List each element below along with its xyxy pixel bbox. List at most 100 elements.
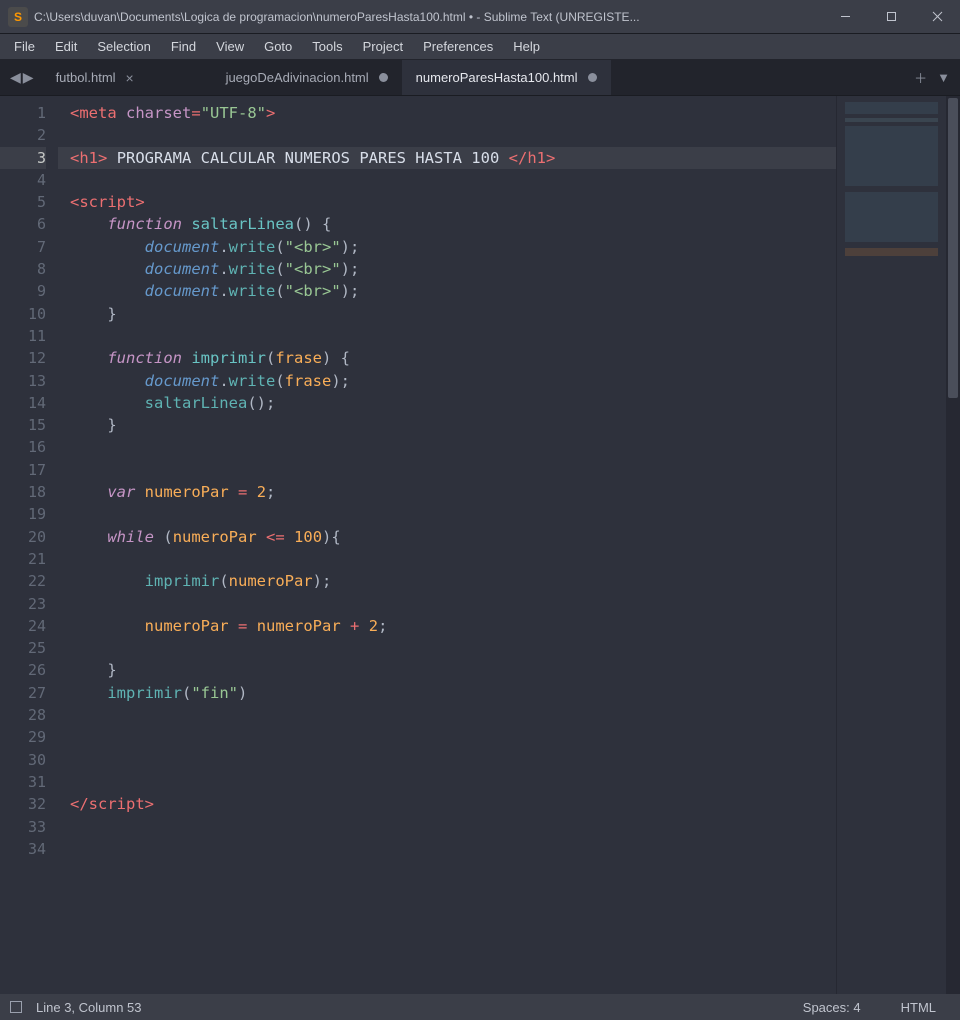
code-line[interactable] [70, 704, 836, 726]
tab-juegoDeAdivinacion-html[interactable]: juegoDeAdivinacion.html [212, 60, 402, 95]
code-line[interactable]: document.write("<br>"); [70, 258, 836, 280]
line-number[interactable]: 7 [0, 236, 46, 258]
menu-file[interactable]: File [4, 36, 45, 57]
line-number[interactable]: 34 [0, 838, 46, 860]
code-line[interactable] [70, 124, 836, 146]
line-number[interactable]: 6 [0, 213, 46, 235]
code-line[interactable]: </script> [70, 793, 836, 815]
menu-tools[interactable]: Tools [302, 36, 352, 57]
code-line[interactable]: } [70, 414, 836, 436]
window-titlebar: S C:\Users\duvan\Documents\Logica de pro… [0, 0, 960, 34]
nav-forward-icon[interactable]: ▶ [23, 69, 34, 86]
code-line[interactable] [70, 548, 836, 570]
line-number[interactable]: 20 [0, 526, 46, 548]
status-syntax[interactable]: HTML [901, 1000, 936, 1015]
code-line[interactable]: var numeroPar = 2; [70, 481, 836, 503]
line-number[interactable]: 17 [0, 459, 46, 481]
code-line[interactable]: while (numeroPar <= 100){ [70, 526, 836, 548]
line-number[interactable]: 33 [0, 816, 46, 838]
tab-overflow-icon[interactable]: ▼ [937, 70, 950, 85]
line-number[interactable]: 28 [0, 704, 46, 726]
code-line[interactable] [70, 816, 836, 838]
line-number[interactable]: 32 [0, 793, 46, 815]
line-number[interactable]: 16 [0, 436, 46, 458]
menu-view[interactable]: View [206, 36, 254, 57]
menu-goto[interactable]: Goto [254, 36, 302, 57]
code-line[interactable] [70, 838, 836, 860]
code-line[interactable]: function saltarLinea() { [70, 213, 836, 235]
code-line[interactable]: <meta charset="UTF-8"> [70, 102, 836, 124]
status-cursor-position[interactable]: Line 3, Column 53 [36, 1000, 142, 1015]
tab-numeroParesHasta100-html[interactable]: numeroParesHasta100.html [402, 60, 611, 95]
code-line[interactable] [70, 637, 836, 659]
window-close-button[interactable] [914, 0, 960, 34]
window-maximize-button[interactable] [868, 0, 914, 34]
line-number[interactable]: 21 [0, 548, 46, 570]
line-number[interactable]: 10 [0, 303, 46, 325]
code-line[interactable] [70, 436, 836, 458]
status-indentation[interactable]: Spaces: 4 [803, 1000, 861, 1015]
new-tab-button[interactable]: ＋ [914, 68, 927, 87]
window-minimize-button[interactable] [822, 0, 868, 34]
code-line[interactable]: saltarLinea(); [70, 392, 836, 414]
code-line[interactable]: imprimir("fin") [70, 682, 836, 704]
line-number[interactable]: 4 [0, 169, 46, 191]
code-line[interactable] [70, 503, 836, 525]
line-number[interactable]: 12 [0, 347, 46, 369]
line-number[interactable]: 15 [0, 414, 46, 436]
scrollbar-thumb[interactable] [948, 98, 958, 398]
panel-switcher-icon[interactable] [10, 1001, 22, 1013]
line-number[interactable]: 23 [0, 593, 46, 615]
line-number[interactable]: 24 [0, 615, 46, 637]
line-number[interactable]: 1 [0, 102, 46, 124]
tab-close-icon[interactable]: × [126, 71, 134, 85]
code-line[interactable]: imprimir(numeroPar); [70, 570, 836, 592]
code-line[interactable] [70, 593, 836, 615]
line-number[interactable]: 22 [0, 570, 46, 592]
line-number[interactable]: 13 [0, 370, 46, 392]
code-line[interactable]: } [70, 659, 836, 681]
menu-project[interactable]: Project [353, 36, 413, 57]
code-line[interactable] [70, 771, 836, 793]
code-line[interactable] [70, 459, 836, 481]
line-number[interactable]: 9 [0, 280, 46, 302]
code-line[interactable]: document.write(frase); [70, 370, 836, 392]
menu-preferences[interactable]: Preferences [413, 36, 503, 57]
line-number[interactable]: 2 [0, 124, 46, 146]
code-line[interactable]: document.write("<br>"); [70, 280, 836, 302]
line-number[interactable]: 25 [0, 637, 46, 659]
line-number[interactable]: 5 [0, 191, 46, 213]
menu-help[interactable]: Help [503, 36, 550, 57]
line-number[interactable]: 30 [0, 749, 46, 771]
code-line[interactable] [70, 726, 836, 748]
code-line[interactable] [70, 325, 836, 347]
code-line[interactable] [70, 169, 836, 191]
code-line[interactable]: document.write("<br>"); [70, 236, 836, 258]
line-number[interactable]: 18 [0, 481, 46, 503]
code-line[interactable]: } [70, 303, 836, 325]
line-number[interactable]: 27 [0, 682, 46, 704]
tab-futbol-html[interactable]: futbol.html× [42, 60, 212, 95]
menu-edit[interactable]: Edit [45, 36, 87, 57]
vertical-scrollbar[interactable] [946, 96, 960, 994]
menu-selection[interactable]: Selection [87, 36, 160, 57]
menu-find[interactable]: Find [161, 36, 206, 57]
line-number[interactable]: 29 [0, 726, 46, 748]
code-line[interactable]: function imprimir(frase) { [70, 347, 836, 369]
maximize-icon [886, 11, 897, 22]
code-line[interactable]: <script> [70, 191, 836, 213]
line-number[interactable]: 11 [0, 325, 46, 347]
line-number[interactable]: 26 [0, 659, 46, 681]
code-line[interactable]: <h1> PROGRAMA CALCULAR NUMEROS PARES HAS… [58, 147, 836, 169]
code-line[interactable] [70, 749, 836, 771]
line-number[interactable]: 8 [0, 258, 46, 280]
line-number[interactable]: 31 [0, 771, 46, 793]
nav-back-icon[interactable]: ◀ [10, 69, 21, 86]
line-number[interactable]: 14 [0, 392, 46, 414]
line-number-gutter[interactable]: 1234567891011121314151617181920212223242… [0, 96, 58, 994]
line-number[interactable]: 3 [0, 147, 46, 169]
line-number[interactable]: 19 [0, 503, 46, 525]
minimap[interactable] [836, 96, 946, 994]
code-line[interactable]: numeroPar = numeroPar + 2; [70, 615, 836, 637]
code-editor[interactable]: <meta charset="UTF-8"> <h1> PROGRAMA CAL… [58, 96, 836, 994]
